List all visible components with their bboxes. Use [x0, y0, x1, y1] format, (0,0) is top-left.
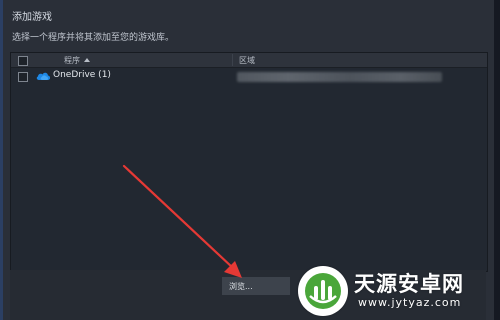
- column-header-program[interactable]: 程序: [64, 55, 90, 66]
- program-name: OneDrive (1): [53, 70, 111, 80]
- program-list: 程序 区域 OneDrive (1): [10, 52, 488, 272]
- list-header: 程序 区域: [11, 53, 487, 68]
- watermark: 天源安卓网 www.jytyaz.com: [296, 262, 500, 320]
- browse-button[interactable]: 浏览...: [222, 277, 290, 295]
- column-program-label: 程序: [64, 56, 80, 65]
- row-checkbox[interactable]: [18, 72, 28, 82]
- watermark-url: www.jytyaz.com: [358, 296, 462, 309]
- sort-ascending-icon: [84, 58, 90, 62]
- watermark-title: 天源安卓网: [354, 272, 464, 296]
- onedrive-icon: [36, 72, 51, 80]
- watermark-logo-icon: [298, 266, 348, 316]
- dialog-subtitle: 选择一个程序并将其添加至您的游戏库。: [12, 33, 175, 43]
- select-all-checkbox[interactable]: [18, 56, 28, 66]
- dialog-title: 添加游戏: [12, 12, 52, 23]
- region-value-redacted: [237, 72, 442, 82]
- list-item[interactable]: OneDrive (1): [11, 69, 487, 84]
- column-header-region[interactable]: 区域: [239, 55, 255, 66]
- column-divider[interactable]: [232, 54, 233, 66]
